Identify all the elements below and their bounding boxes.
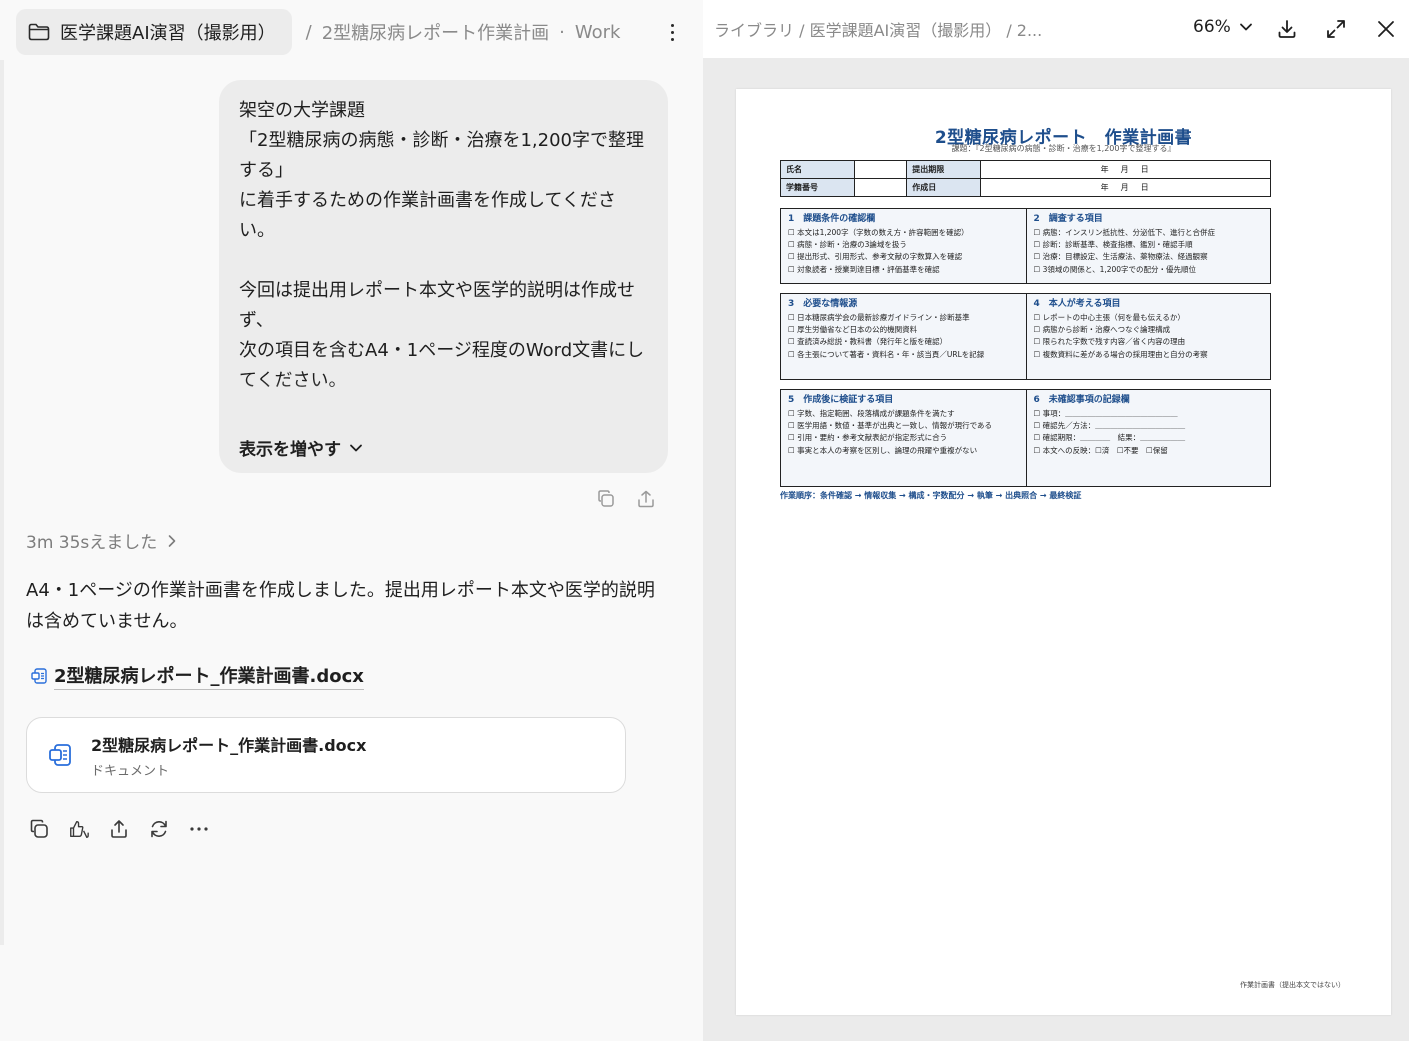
file-link-label: 2型糖尿病レポート_作業計画書.docx	[54, 662, 364, 690]
thought-duration: 3m 35sえました	[26, 533, 158, 553]
zoom-select[interactable]: 66%	[1193, 17, 1253, 37]
section-item: ☐ 治療：目標設定、生活療法、薬物療法、経過観察	[1033, 252, 1208, 262]
deadline-value: 年 月 日	[980, 160, 1271, 179]
assistant-answer: A4・1ページの作業計画書を作成しました。提出用レポート本文や医学的説明は含めて…	[26, 580, 655, 632]
file-card-name: 2型糖尿病レポート_作業計画書.docx	[91, 735, 367, 755]
share-icon[interactable]	[108, 818, 130, 840]
project-chip[interactable]: 医学課題AI演習（撮影用）	[16, 9, 292, 55]
created-label: 作成日	[906, 178, 982, 197]
section-title: 4 本人が考える項目	[1033, 299, 1121, 309]
chevron-down-icon	[350, 444, 362, 451]
section-item: ☐ 限られた字数で残す内容／省く内容の理由	[1033, 337, 1186, 347]
chat-header: 医学課題AI演習（撮影用） / 2型糖尿病レポート作業計画 · Work	[16, 9, 675, 55]
section-item: ☐ 対象読者・授業到達目標・評価基準を確認	[788, 264, 940, 274]
breadcrumb-dot: ·	[559, 21, 565, 43]
sidebar-edge	[0, 60, 4, 945]
user-message: 架空の大学課題 「2型糖尿病の病態・診断・治療を1,200字で整理する」 に着手…	[219, 80, 668, 473]
section-verification: 5 作成後に検証する項目 ☐ 字数、指定範囲、段落構成が課題条件を満たす ☐ 医…	[781, 390, 1026, 486]
close-icon[interactable]	[1374, 17, 1398, 41]
section-item: ☐ 確認期限：＿＿＿＿ 結果：＿＿＿＿＿＿	[1033, 433, 1186, 443]
section-item: ☐ 字数、指定範囲、段落構成が課題条件を満たす	[788, 409, 955, 418]
copy-icon[interactable]	[28, 818, 50, 840]
document-subtitle: 課題：『2型糖尿病の病態・診断・治療を1,200字で整理する』	[951, 144, 1176, 153]
file-card-text: 2型糖尿病レポート_作業計画書.docx ドキュメント	[91, 732, 366, 779]
show-more-label: 表示を増やす	[239, 440, 341, 460]
section-item: ☐ 医学用語・数値・基準が出典と一致し、情報が現行である	[788, 421, 993, 431]
section-item: ☐ 3領域の関係と、1,200字での配分・優先順位	[1033, 264, 1197, 274]
share-icon[interactable]	[635, 488, 657, 510]
section-row-3: 5 作成後に検証する項目 ☐ 字数、指定範囲、段落構成が課題条件を満たす ☐ 医…	[780, 389, 1271, 487]
section-item: ☐ 病態・診断・治療の3論域を扱う	[788, 240, 907, 250]
chat-pane: 医学課題AI演習（撮影用） / 2型糖尿病レポート作業計画 · Work 架空の…	[0, 0, 703, 1041]
section-item: ☐ 厚生労働省など日本の公的機関資料	[788, 325, 918, 335]
section-item: ☐ 本文への反映：☐済 ☐不要 ☐保留	[1033, 445, 1168, 455]
section-item: ☐ 病態：インスリン抵抗性、分泌低下、進行と合併症	[1033, 228, 1215, 237]
section-item: ☐ 事実と本人の考察を区別し、論理の飛躍や重複がない	[788, 445, 978, 455]
regenerate-icon[interactable]	[148, 818, 170, 840]
document-page: 2型糖尿病レポート 作業計画書 課題：『2型糖尿病の病態・診断・治療を1,200…	[736, 89, 1391, 1015]
section-item: ☐ 複数資料に差がある場合の採用理由と自分の考察	[1033, 349, 1208, 359]
section-row-1: 1 課題条件の確認欄 ☐ 本文は1,200字（字数の数え方・許容範囲を確認） ☐…	[780, 208, 1271, 284]
section-item: ☐ 事項：＿＿＿＿＿＿＿＿＿＿＿＿＿＿＿	[1033, 409, 1178, 418]
workspace-label: Work	[574, 21, 621, 43]
section-title: 2 調査する項目	[1033, 214, 1103, 224]
section-item: ☐ 診断：診断基準、検査指標、鑑別・確認手順	[1033, 240, 1193, 250]
preview-breadcrumb[interactable]: ライブラリ / 医学課題AI演習（撮影用） / 2...	[714, 17, 1042, 41]
chat-options-icon[interactable]	[669, 21, 675, 43]
section-item: ☐ レポートの中心主張（何を最も伝えるか）	[1033, 313, 1185, 322]
section-title: 5 作成後に検証する項目	[788, 395, 894, 405]
section-item: ☐ 提出形式、引用形式、参考文献の字数算入を確認	[788, 252, 963, 262]
thought-summary[interactable]: 3m 35sえました	[26, 528, 177, 553]
chat-title[interactable]: 2型糖尿病レポート作業計画	[322, 19, 549, 45]
section-title: 3 必要な情報源	[788, 299, 858, 309]
name-value	[853, 160, 908, 179]
file-card[interactable]: 2型糖尿病レポート_作業計画書.docx ドキュメント	[26, 717, 626, 793]
user-message-actions	[595, 488, 657, 510]
section-title: 1 課題条件の確認欄	[788, 214, 876, 224]
file-card-type: ドキュメント	[91, 763, 170, 779]
section-item: ☐ 各主張について著者・資料名・年・該当頁／URLを記録	[788, 349, 985, 359]
answer-actions	[28, 818, 210, 840]
section-item: ☐ 日本糖尿病学会の最新診療ガイドライン・診断基準	[788, 313, 970, 322]
expand-icon[interactable]	[1324, 17, 1348, 41]
project-name: 医学課題AI演習（撮影用）	[60, 23, 276, 44]
page-footer: 作業計画書（提出本文ではない）	[1240, 981, 1345, 989]
section-own-thoughts: 4 本人が考える項目 ☐ レポートの中心主張（何を最も伝えるか） ☐ 病態から診…	[1025, 294, 1270, 379]
folder-icon	[28, 23, 50, 41]
user-message-text: 架空の大学課題 「2型糖尿病の病態・診断・治療を1,200字で整理する」 に着手…	[239, 100, 645, 391]
chevron-down-icon	[1239, 23, 1252, 31]
section-item: ☐ 本文は1,200字（字数の数え方・許容範囲を確認）	[788, 228, 969, 237]
more-icon[interactable]	[188, 818, 210, 840]
breadcrumb-separator: /	[305, 21, 312, 43]
thumbs-icon[interactable]	[68, 818, 90, 840]
section-research: 2 調査する項目 ☐ 病態：インスリン抵抗性、分泌低下、進行と合併症 ☐ 診断：…	[1025, 209, 1270, 283]
section-item: ☐ 査読済み総説・教科書（発行年と版を確認）	[788, 337, 948, 347]
section-title: 6 未確認事項の記録欄	[1033, 395, 1130, 405]
section-sources: 3 必要な情報源 ☐ 日本糖尿病学会の最新診療ガイドライン・診断基準 ☐ 厚生労…	[781, 294, 1026, 379]
zoom-level: 66%	[1193, 17, 1231, 37]
section-item: ☐ 病態から診断・治療へつなぐ論理構成	[1033, 325, 1171, 335]
word-doc-icon	[31, 668, 47, 684]
show-more-button[interactable]: 表示を増やす	[239, 435, 363, 460]
section-item: ☐ 確認先／方法：＿＿＿＿＿＿＿＿＿＿＿＿	[1033, 421, 1186, 431]
section-conditions: 1 課題条件の確認欄 ☐ 本文は1,200字（字数の数え方・許容範囲を確認） ☐…	[781, 209, 1026, 283]
bubble-fade	[219, 380, 668, 420]
chevron-right-icon	[168, 534, 176, 547]
file-link[interactable]: 2型糖尿病レポート_作業計画書.docx	[30, 662, 364, 690]
id-value	[853, 178, 908, 197]
word-doc-icon	[49, 744, 71, 766]
id-label: 学籍番号	[780, 178, 855, 197]
deadline-label: 提出期限	[906, 160, 982, 179]
work-order: 作業順序：条件確認 → 情報収集 → 構成・字数配分 → 執筆 → 出典照合 →…	[780, 491, 1082, 500]
document-preview-pane: ライブラリ / 医学課題AI演習（撮影用） / 2... 66% 2型糖尿病レポ…	[703, 0, 1409, 1041]
section-item: ☐ 引用・要約・参考文献表記が指定形式に合う	[788, 433, 948, 443]
section-unconfirmed: 6 未確認事項の記録欄 ☐ 事項：＿＿＿＿＿＿＿＿＿＿＿＿＿＿＿ ☐ 確認先／方…	[1025, 390, 1270, 486]
created-value: 年 月 日	[980, 178, 1271, 197]
download-icon[interactable]	[1275, 17, 1299, 41]
preview-header: ライブラリ / 医学課題AI演習（撮影用） / 2... 66%	[703, 0, 1409, 58]
section-row-2: 3 必要な情報源 ☐ 日本糖尿病学会の最新診療ガイドライン・診断基準 ☐ 厚生労…	[780, 293, 1271, 380]
name-label: 氏名	[780, 160, 855, 179]
copy-icon[interactable]	[595, 488, 617, 510]
info-table: 氏名 提出期限 年 月 日 学籍番号 作成日 年 月 日	[780, 160, 1271, 197]
